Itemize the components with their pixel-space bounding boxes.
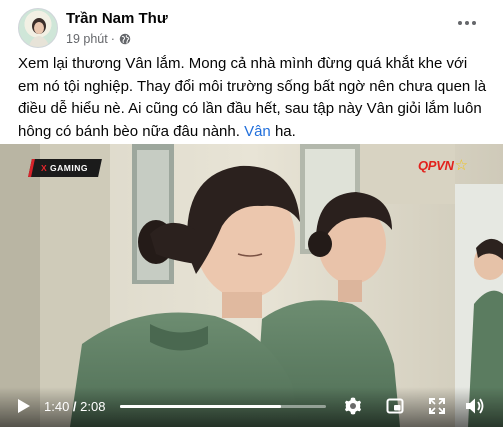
video-player[interactable]: X GAMING QPVN ☆ 1:40 / 2:08 — [0, 144, 503, 427]
post-meta: 19 phút · — [66, 32, 131, 46]
current-time: 1:40 — [44, 399, 70, 414]
feed-post: Trần Nam Thư 19 phút · Xem lại thương Vâ… — [0, 0, 503, 427]
video-frame — [0, 144, 503, 427]
channel-logo-left: X GAMING — [28, 159, 102, 177]
logo-left-mark: X — [41, 163, 48, 173]
logo-right-text: QPVN — [418, 158, 454, 173]
post-text: Xem lại thương Vân lắm. Mong cả nhà mình… — [18, 53, 488, 143]
meta-separator: · — [110, 32, 115, 46]
play-icon[interactable] — [17, 398, 31, 414]
video-controls: 1:40 / 2:08 — [0, 387, 503, 427]
time-separator: / — [69, 399, 81, 414]
author-avatar[interactable] — [18, 8, 58, 48]
picture-in-picture-icon[interactable] — [386, 397, 404, 415]
volume-icon[interactable] — [465, 397, 485, 415]
star-icon: ☆ — [454, 157, 469, 174]
gear-icon[interactable] — [343, 396, 363, 416]
post-timestamp[interactable]: 19 phút — [66, 32, 108, 46]
post-header: Trần Nam Thư 19 phút · — [18, 8, 488, 52]
progress-fill — [120, 405, 281, 408]
logo-left-text: GAMING — [50, 163, 88, 173]
fullscreen-icon[interactable] — [429, 398, 445, 414]
mention-link[interactable]: Vân — [244, 123, 271, 140]
channel-logo-right: QPVN ☆ — [418, 158, 468, 173]
more-horizontal-icon[interactable] — [456, 16, 478, 30]
video-time: 1:40 / 2:08 — [44, 399, 105, 414]
post-text-tail: ha. — [270, 122, 296, 140]
author-name[interactable]: Trần Nam Thư — [66, 10, 168, 27]
duration: 2:08 — [80, 399, 106, 414]
progress-bar[interactable] — [120, 405, 326, 408]
globe-icon — [119, 33, 131, 45]
